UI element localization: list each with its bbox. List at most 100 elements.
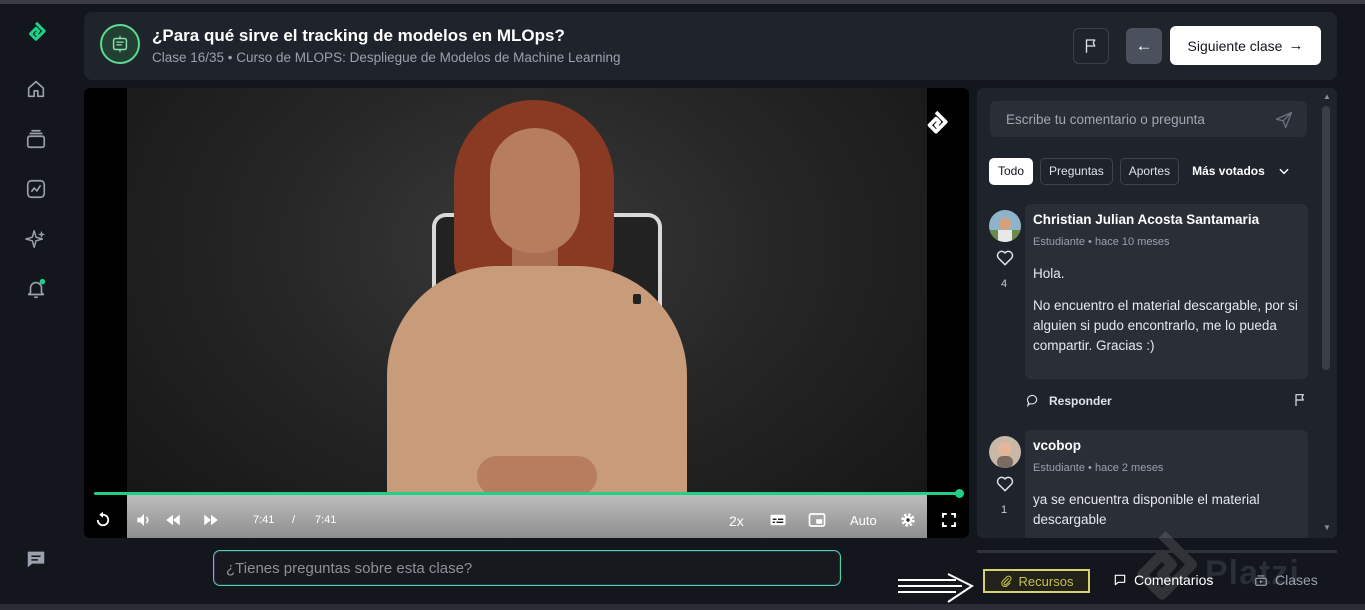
replay-button[interactable] [92, 508, 114, 532]
comment-card: Christian Julian Acosta Santamaria Estud… [1025, 204, 1308, 379]
video-player[interactable]: 7:41 / 7:41 2x Auto [84, 88, 969, 538]
scroll-up-arrow[interactable]: ▲ [1323, 92, 1331, 101]
filter-contributions[interactable]: Aportes [1119, 157, 1180, 185]
home-icon[interactable] [22, 75, 50, 103]
classes-icon [1255, 575, 1267, 586]
like-count: 4 [1001, 278, 1008, 290]
platzi-watermark-icon [1137, 531, 1197, 600]
progress-handle[interactable] [955, 489, 964, 498]
comment-card: vcobop Estudiante • hace 2 meses ya se e… [1025, 430, 1308, 538]
comment-meta: Estudiante • hace 10 meses [1033, 236, 1170, 248]
class-question-input[interactable] [213, 550, 841, 586]
sidebar [0, 4, 72, 604]
comment-body: Hola. No encuentro el material descargab… [1033, 264, 1301, 368]
subtitles-icon [770, 514, 786, 526]
author-role: Estudiante [1033, 236, 1085, 248]
paperclip-icon [1000, 575, 1012, 587]
presenter-face [490, 128, 580, 253]
comment-paragraph: No encuentro el material descargable, po… [1033, 298, 1298, 353]
tab-classes[interactable]: Clases [1254, 570, 1318, 590]
comment-input[interactable] [990, 101, 1307, 137]
comments-scrollbar[interactable] [1322, 106, 1330, 370]
duration: 7:41 [315, 514, 337, 526]
like-count: 1 [1001, 504, 1008, 516]
comment-icon [1114, 574, 1126, 586]
replay-icon [96, 511, 110, 527]
speech-bubble-icon [1026, 394, 1038, 408]
class-title: ¿Para qué sirve el tracking de modelos e… [152, 26, 565, 45]
next-class-button[interactable]: Siguiente clase → [1170, 26, 1321, 65]
author-role: Estudiante [1033, 462, 1085, 474]
rewind-icon [166, 514, 180, 526]
chevron-down-icon [1279, 168, 1289, 175]
bell-icon[interactable] [22, 275, 50, 303]
comment-time: hace 10 meses [1094, 236, 1170, 248]
pip-icon [808, 513, 826, 527]
tab-classes-label: Clases [1275, 572, 1318, 588]
comment-author[interactable]: Christian Julian Acosta Santamaria [1033, 212, 1259, 227]
heart-icon[interactable] [995, 474, 1015, 494]
comment-time: hace 2 meses [1094, 462, 1164, 474]
progress-bar[interactable] [94, 492, 959, 495]
courses-icon[interactable] [22, 125, 50, 153]
comments-panel: Todo Preguntas Aportes Más votados ▲ ▼ 4… [977, 88, 1337, 538]
filter-questions[interactable]: Preguntas [1040, 157, 1113, 185]
course-badge-icon [100, 24, 140, 64]
reply-label: Responder [1049, 393, 1112, 408]
presenter-hands [477, 456, 597, 496]
bottom-border [0, 604, 1365, 610]
gear-icon [901, 513, 915, 527]
class-header: ¿Para qué sirve el tracking de modelos e… [84, 12, 1337, 80]
quality-button[interactable]: Auto [850, 513, 877, 528]
platzi-logo-icon[interactable] [22, 18, 50, 46]
annotation-arrow-icon [898, 573, 974, 603]
reply-button[interactable]: Responder [1026, 393, 1112, 408]
arrow-left-icon: ← [1135, 36, 1153, 55]
rewind-button[interactable] [162, 508, 184, 532]
video-frame [127, 88, 948, 538]
class-subtitle: Clase 16/35 • Curso de MLOPS: Despliegue… [152, 50, 621, 65]
forward-button[interactable] [200, 508, 222, 532]
progress-icon[interactable] [22, 175, 50, 203]
comment-filters: Todo Preguntas Aportes Más votados [989, 157, 1291, 185]
heart-icon[interactable] [995, 248, 1015, 268]
tab-resources-label: Recursos [1018, 573, 1074, 589]
sparkle-icon[interactable] [22, 225, 50, 253]
arrow-right-icon: → [1288, 37, 1304, 54]
sort-label: Más votados [1192, 164, 1265, 178]
comment-paragraph: ya se encuentra disponible el material d… [1033, 492, 1260, 527]
filter-all[interactable]: Todo [989, 157, 1034, 185]
tab-resources[interactable]: Recursos [983, 569, 1090, 593]
time-separator: / [292, 514, 296, 526]
avatar[interactable] [989, 210, 1021, 242]
fullscreen-icon [942, 513, 956, 527]
scroll-down-arrow[interactable]: ▼ [1323, 523, 1331, 532]
volume-icon [137, 514, 149, 526]
tab-comments[interactable]: Comentarios [1113, 570, 1213, 590]
playback-speed-button[interactable]: 2x [729, 513, 744, 529]
microphone-shape [633, 294, 641, 304]
forward-icon [204, 514, 218, 526]
flag-icon [1085, 39, 1096, 53]
tabs-divider [977, 550, 1337, 553]
flag-icon[interactable] [1292, 392, 1308, 408]
sort-dropdown[interactable]: Más votados [1192, 164, 1291, 178]
previous-class-button[interactable]: ← [1126, 28, 1162, 64]
subtitles-button[interactable] [768, 508, 788, 532]
settings-button[interactable] [897, 508, 919, 532]
picture-in-picture-button[interactable] [807, 508, 827, 532]
fullscreen-button[interactable] [939, 508, 959, 532]
send-icon[interactable] [1274, 110, 1294, 130]
report-flag-button[interactable] [1073, 28, 1109, 64]
next-class-label: Siguiente clase [1187, 37, 1283, 54]
comment-paragraph: Hola. [1033, 266, 1065, 281]
chat-icon[interactable] [22, 545, 50, 573]
current-time: 7:41 [253, 514, 275, 526]
avatar[interactable] [989, 436, 1021, 468]
comment-meta: Estudiante • hace 2 meses [1033, 462, 1164, 474]
comment-author[interactable]: vcobop [1033, 438, 1081, 453]
volume-button[interactable] [134, 508, 154, 532]
top-border [0, 0, 1365, 4]
platzi-watermark-icon [927, 110, 948, 134]
tab-comments-label: Comentarios [1134, 572, 1214, 588]
